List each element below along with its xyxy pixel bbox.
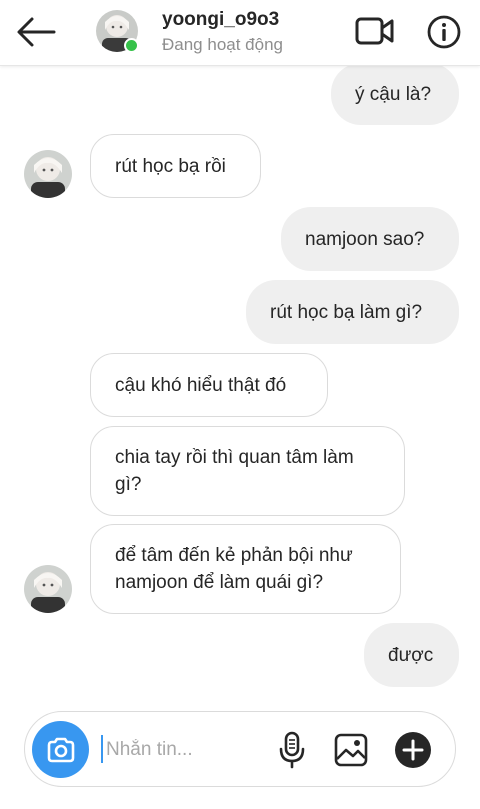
contact-username[interactable]: yoongi_o9o3 [162,9,279,31]
camera-button[interactable] [32,721,89,778]
text-caret [101,735,103,763]
info-button[interactable] [426,14,462,50]
message-bubble-incoming[interactable]: rút học bạ rồi [90,134,261,198]
camera-icon [47,737,74,762]
back-button[interactable] [14,14,58,50]
image-gallery-icon [334,733,368,767]
message-bubble-incoming[interactable]: chia tay rồi thì quan tâm làm gì? [90,426,405,516]
gallery-button[interactable] [333,732,369,768]
video-camera-icon [355,17,394,45]
message-text: chia tay rồi thì quan tâm làm gì? [115,447,354,495]
message-input[interactable] [106,735,266,765]
online-status-dot [124,38,139,53]
message-bubble-outgoing[interactable]: rút học bạ làm gì? [246,280,459,344]
message-bubble-outgoing[interactable]: được [364,623,459,687]
info-icon [427,15,461,49]
plus-circle-icon [395,732,431,768]
arrow-left-icon [17,17,56,47]
message-bubble-incoming[interactable]: cậu khó hiểu thật đó [90,353,328,417]
message-text: rút học bạ làm gì? [270,301,423,323]
message-bubble-outgoing[interactable]: namjoon sao? [281,207,459,271]
message-text: được [388,644,434,666]
chat-header: yoongi_o9o3 Đang hoạt động [0,0,480,66]
message-text: để tâm đến kẻ phản bội như namjoon để là… [115,545,353,593]
more-options-button[interactable] [394,731,432,769]
sender-avatar[interactable] [24,150,72,198]
voice-message-button[interactable] [275,730,309,770]
activity-status: Đang hoạt động [162,35,283,54]
message-bubble-incoming[interactable]: để tâm đến kẻ phản bội như namjoon để là… [90,524,401,614]
microphone-icon [279,731,305,769]
sender-avatar[interactable] [24,565,72,613]
message-bubble-outgoing[interactable]: ý cậu là? [331,63,459,125]
message-text: rút học bạ rồi [115,155,226,177]
message-text: namjoon sao? [305,228,425,250]
message-text: ý cậu là? [355,83,432,105]
message-text: cậu khó hiểu thật đó [115,374,287,396]
video-call-button[interactable] [354,14,396,48]
